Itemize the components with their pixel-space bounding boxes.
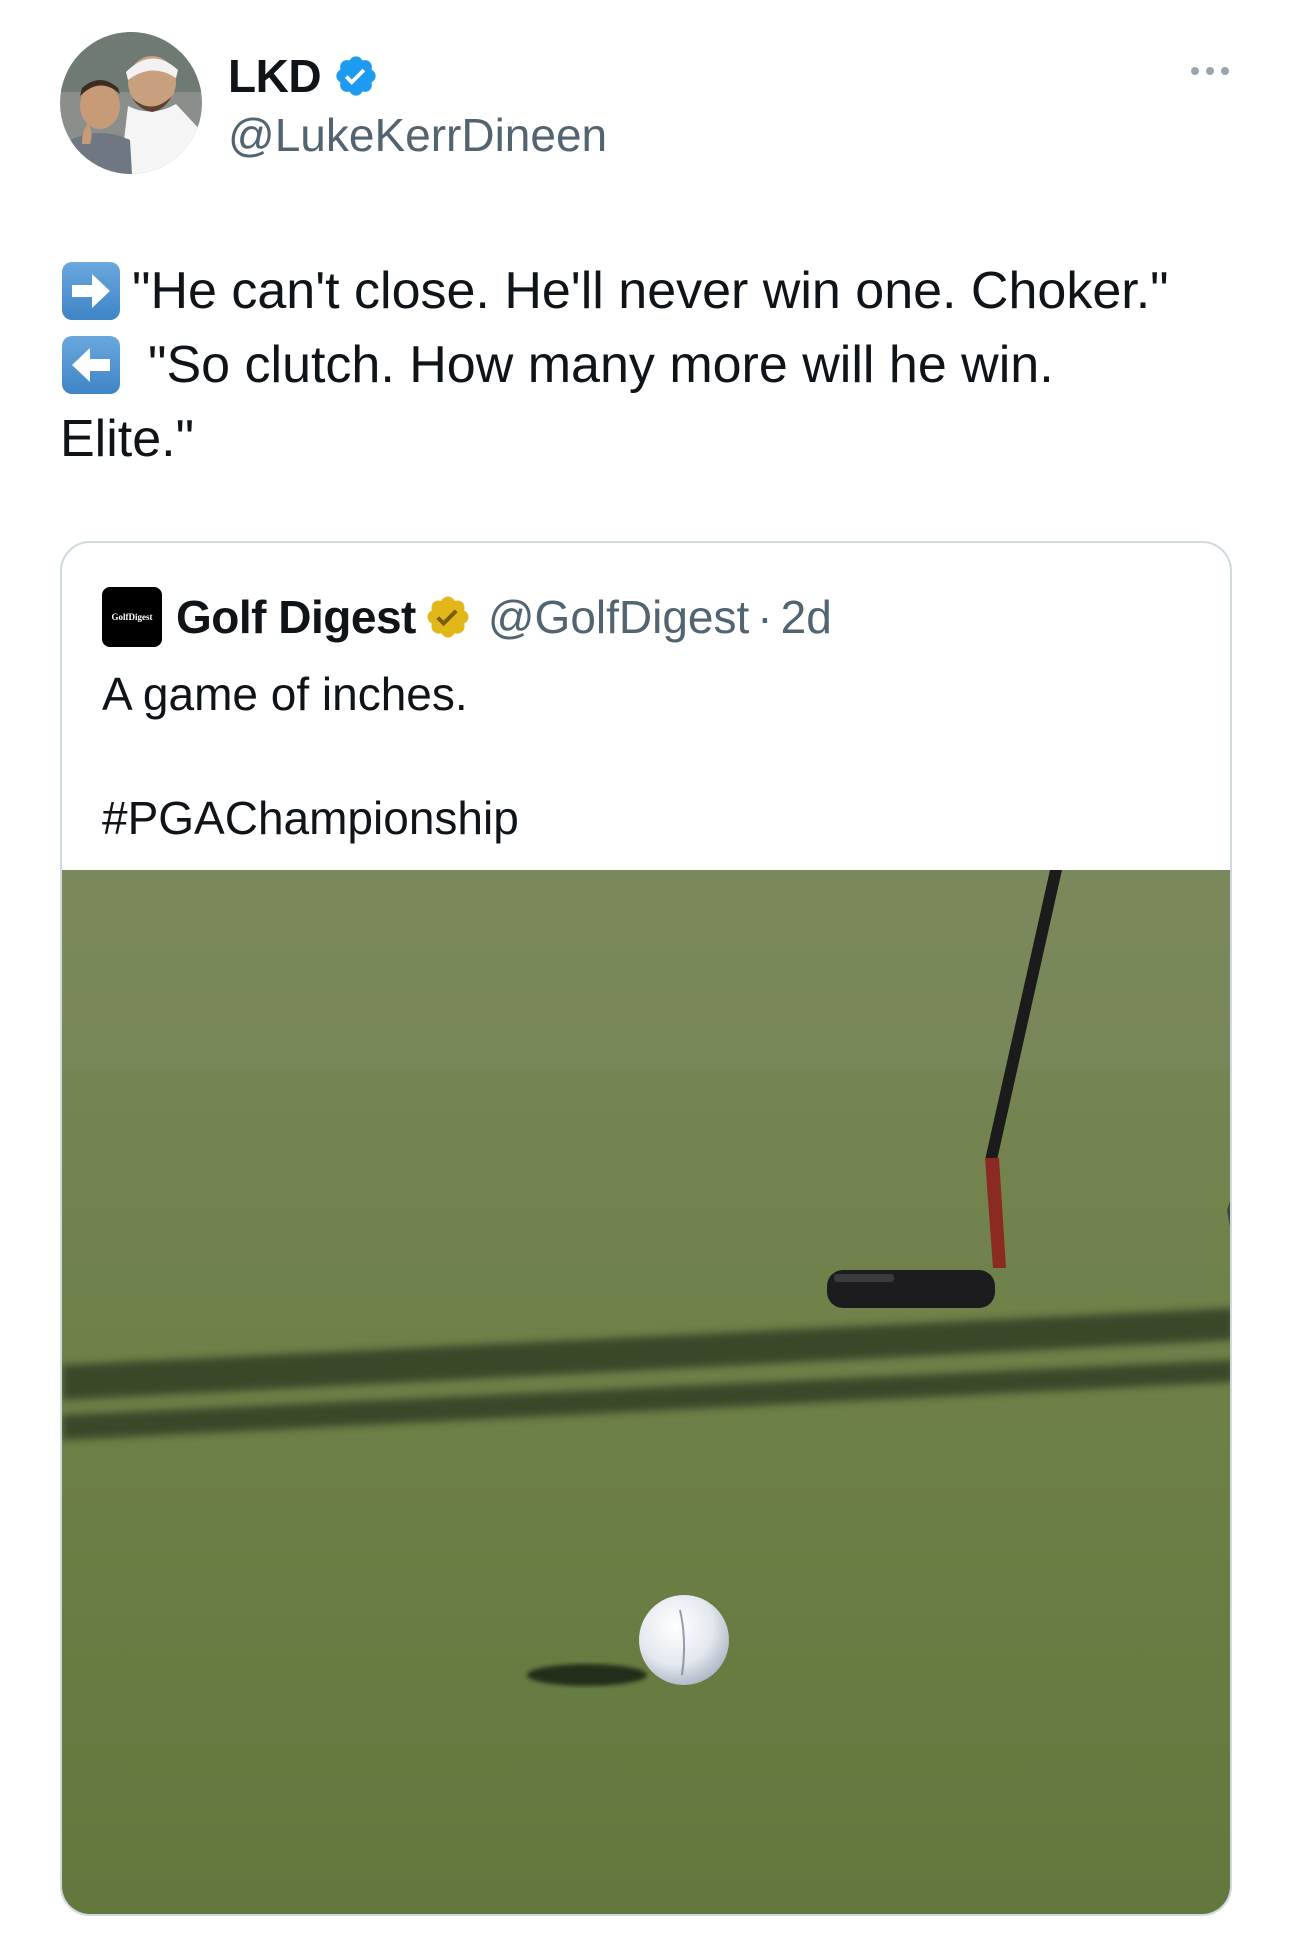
tweet-line: Elite.": [60, 402, 1230, 476]
author-handle[interactable]: @LukeKerrDineen: [228, 108, 607, 162]
tweet-line-3: Elite.": [60, 410, 195, 468]
avatar-photo: [60, 32, 202, 174]
gold-verified-badge-icon[interactable]: [424, 593, 472, 641]
author-display-name[interactable]: LKD: [228, 49, 322, 103]
verified-badge-icon[interactable]: [333, 53, 379, 99]
hashtag-link[interactable]: #PGAChampionship: [102, 787, 1192, 849]
quoted-text-line: A game of inches.: [102, 668, 468, 720]
tweet-text: "He can't close. He'll never win one. Ch…: [60, 254, 1230, 476]
author-name-row: LKD: [228, 46, 379, 106]
tweet-line: "He can't close. He'll never win one. Ch…: [60, 254, 1230, 328]
more-dot-icon: [1221, 67, 1229, 75]
golf-digest-logo[interactable]: GolfDigest: [102, 587, 162, 647]
separator-dot: ·: [757, 591, 773, 643]
quoted-tweet[interactable]: GolfDigest Golf Digest @GolfDigest · 2d …: [60, 541, 1232, 1916]
quoted-tweet-text: A game of inches. #PGAChampionship: [102, 663, 1192, 849]
more-dot-icon: [1206, 67, 1214, 75]
right-arrow-icon: [60, 260, 122, 322]
quoted-timestamp[interactable]: 2d: [781, 590, 832, 644]
golf-putt-image: [62, 870, 1230, 1914]
golf-digest-logo-text: GolfDigest: [111, 612, 153, 622]
tweet-line: "So clutch. How many more will he win.: [60, 328, 1230, 402]
more-options-button[interactable]: [1180, 56, 1240, 86]
tweet: LKD @LukeKerrDineen "He can't close. He'…: [0, 0, 1290, 1953]
quoted-tweet-header: GolfDigest Golf Digest @GolfDigest · 2d: [102, 587, 832, 647]
quoted-display-name[interactable]: Golf Digest: [176, 590, 416, 644]
tweet-line-2: "So clutch. How many more will he win.: [148, 336, 1054, 394]
tweet-line-1: "He can't close. He'll never win one. Ch…: [132, 262, 1169, 320]
golf-putt-photo[interactable]: [62, 870, 1230, 1914]
author-avatar[interactable]: [60, 32, 202, 174]
left-arrow-icon: [60, 334, 122, 396]
quoted-handle[interactable]: @GolfDigest: [488, 590, 749, 644]
more-dot-icon: [1191, 67, 1199, 75]
